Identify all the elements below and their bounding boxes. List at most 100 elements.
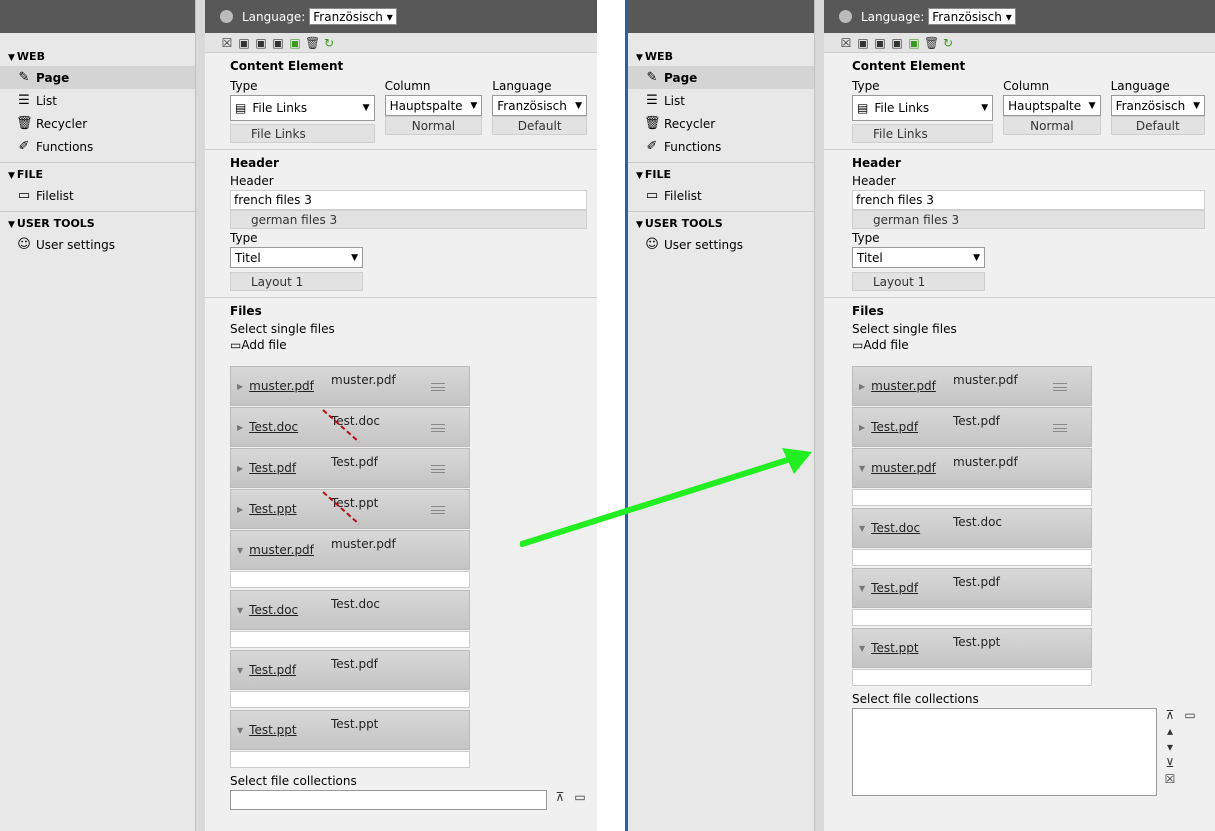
move-up-icon[interactable]: ▴ bbox=[1163, 724, 1177, 738]
file-item[interactable]: ▼ Test.doc Test.doc bbox=[852, 508, 1092, 548]
folder-icon[interactable]: ▭ bbox=[1183, 708, 1197, 722]
add-file-link[interactable]: ▭Add file bbox=[852, 338, 1205, 352]
header-type-select[interactable]: Titel ▼ bbox=[852, 247, 985, 268]
header-section: Header Header french files 3 german file… bbox=[205, 150, 597, 298]
nav-item-recycler[interactable]: 🗑 Recycler bbox=[0, 112, 195, 135]
nav-group-web[interactable]: ▼ WEB bbox=[628, 47, 814, 66]
header-input[interactable]: french files 3 bbox=[852, 190, 1205, 210]
files-section: Files Select single files ▭Add file ▶ mus… bbox=[205, 298, 597, 816]
file-item[interactable]: ▼ Test.ppt Test.ppt bbox=[852, 628, 1092, 668]
header-input[interactable]: french files 3 bbox=[230, 190, 587, 210]
doc-area: Language: Französisch ▾ ☒ ▣ ▣ ▣ ▣ 🗑 ↻ Co… bbox=[205, 0, 597, 831]
save-close-icon[interactable]: ▣ bbox=[890, 36, 904, 50]
content-element-section: Content Element Type ▤ File Links ▼ File L… bbox=[824, 53, 1215, 150]
right-screenshot: ▼ WEB ✎ Page ☰ List 🗑 Recycler ✐ Functions ▼ F… bbox=[625, 0, 1215, 831]
file-item[interactable]: ▶ muster.pdf muster.pdf bbox=[852, 366, 1092, 406]
column-select[interactable]: Hauptspalte ▼ bbox=[384, 95, 483, 116]
nav-item-page[interactable]: ✎ Page bbox=[628, 66, 814, 89]
file-item[interactable]: ▼ Test.doc Test.doc bbox=[230, 590, 470, 630]
undo-icon[interactable]: ↻ bbox=[322, 36, 336, 50]
folder-icon: ▭ bbox=[645, 188, 659, 203]
type-select[interactable]: ▤ File Links ▼ bbox=[852, 95, 994, 121]
language-select[interactable]: Französisch ▾ bbox=[928, 8, 1016, 25]
collections-list[interactable] bbox=[230, 790, 548, 810]
drag-handle-icon bbox=[1053, 383, 1067, 391]
nav-group-web[interactable]: ▼ WEB bbox=[0, 47, 195, 66]
column-select[interactable]: Hauptspalte ▼ bbox=[1003, 95, 1101, 116]
move-up-icon[interactable]: ⊼ bbox=[553, 790, 567, 804]
nav-item-functions[interactable]: ✐ Functions bbox=[0, 135, 195, 158]
header-section: Header Header french files 3 german file… bbox=[824, 150, 1215, 298]
nav-item-list[interactable]: ☰ List bbox=[0, 89, 195, 112]
nav-item-filelist[interactable]: ▭ Filelist bbox=[628, 184, 814, 207]
nav-item-page[interactable]: ✎ Page bbox=[0, 66, 195, 89]
move-down-icon[interactable]: ▾ bbox=[1163, 740, 1177, 754]
drag-handle-icon bbox=[431, 465, 445, 473]
nav-group-user-tools[interactable]: ▼ USER TOOLS bbox=[628, 214, 814, 233]
save-view-icon[interactable]: ▣ bbox=[873, 36, 887, 50]
drag-handle-icon bbox=[1053, 424, 1067, 432]
strike-annotation bbox=[322, 491, 360, 525]
toolbar: ☒ ▣ ▣ ▣ ▣ 🗑 ↻ bbox=[824, 33, 1215, 53]
undo-icon[interactable]: ↻ bbox=[941, 36, 955, 50]
language-field-select[interactable]: Französisch ▼ bbox=[1110, 95, 1206, 116]
drag-handle-icon bbox=[431, 424, 445, 432]
file-item[interactable]: ▼ muster.pdf muster.pdf bbox=[852, 448, 1092, 488]
left-screenshot: ▼ WEB ✎ Page ☰ List 🗑 Recycler ✐ Functions ▼ F… bbox=[0, 0, 597, 831]
page-edit-icon: ✎ bbox=[18, 70, 30, 85]
close-icon[interactable]: ☒ bbox=[220, 36, 234, 50]
nav-item-recycler[interactable]: 🗑 Recycler bbox=[628, 112, 814, 135]
header-type-select[interactable]: Titel ▼ bbox=[230, 247, 363, 268]
list-icon: ☰ bbox=[18, 93, 30, 108]
nav-item-user-settings[interactable]: ☺ User settings bbox=[628, 233, 814, 256]
nav-group-file[interactable]: ▼ FILE bbox=[628, 165, 814, 184]
nav-item-functions[interactable]: ✐ Functions bbox=[628, 135, 814, 158]
folder-icon: ▭ bbox=[230, 338, 242, 352]
save-icon[interactable]: ▣ bbox=[856, 36, 870, 50]
move-top-icon[interactable]: ⊼ bbox=[1163, 708, 1177, 722]
file-item[interactable]: ▶ Test.doc Test.doc bbox=[230, 407, 470, 447]
help-icon bbox=[220, 10, 233, 23]
file-item[interactable]: ▶ muster.pdf muster.pdf bbox=[230, 366, 470, 406]
close-icon[interactable]: ☒ bbox=[839, 36, 853, 50]
file-item[interactable]: ▶ Test.ppt Test.ppt bbox=[230, 489, 470, 529]
nav-item-user-settings[interactable]: ☺ User settings bbox=[0, 233, 195, 256]
save-new-icon[interactable]: ▣ bbox=[288, 36, 302, 50]
list-icon: ☰ bbox=[646, 93, 658, 108]
nav-item-filelist[interactable]: ▭ Filelist bbox=[0, 184, 195, 207]
collections-list[interactable] bbox=[852, 708, 1157, 796]
file-item[interactable]: ▼ Test.ppt Test.ppt bbox=[230, 710, 470, 750]
file-links-icon: ▤ bbox=[857, 101, 869, 115]
delete-icon[interactable]: 🗑 bbox=[924, 36, 939, 50]
trash-icon: 🗑 bbox=[16, 116, 33, 131]
file-item[interactable]: ▼ Test.pdf Test.pdf bbox=[230, 650, 470, 690]
wand-icon: ✐ bbox=[646, 139, 658, 154]
move-bottom-icon[interactable]: ⊻ bbox=[1163, 756, 1177, 770]
nav-item-list[interactable]: ☰ List bbox=[628, 89, 814, 112]
delete-icon[interactable]: 🗑 bbox=[305, 36, 320, 50]
content-element-section: Content Element Type ▤ File Links ▼ File L… bbox=[205, 53, 597, 150]
folder-icon[interactable]: ▭ bbox=[573, 790, 587, 804]
nav-group-file[interactable]: ▼ FILE bbox=[0, 165, 195, 184]
doc-area: Language: Französisch ▾ ☒ ▣ ▣ ▣ ▣ 🗑 ↻ Co… bbox=[824, 0, 1215, 831]
save-close-icon[interactable]: ▣ bbox=[271, 36, 285, 50]
drag-handle-icon bbox=[431, 383, 445, 391]
module-menu: ▼ WEB ✎ Page ☰ List 🗑 Recycler ✐ Functions ▼ F… bbox=[0, 0, 196, 831]
save-view-icon[interactable]: ▣ bbox=[254, 36, 268, 50]
file-item[interactable]: ▶ Test.pdf Test.pdf bbox=[852, 407, 1092, 447]
remove-icon[interactable]: ☒ bbox=[1163, 772, 1177, 786]
type-select[interactable]: ▤ File Links ▼ bbox=[230, 95, 375, 121]
file-item[interactable]: ▼ Test.pdf Test.pdf bbox=[852, 568, 1092, 608]
save-icon[interactable]: ▣ bbox=[237, 36, 251, 50]
strike-annotation bbox=[322, 409, 360, 443]
file-item[interactable]: ▼ muster.pdf muster.pdf bbox=[230, 530, 470, 570]
folder-icon: ▭ bbox=[852, 338, 864, 352]
add-file-link[interactable]: ▭Add file bbox=[230, 338, 587, 352]
file-item[interactable]: ▶ Test.pdf Test.pdf bbox=[230, 448, 470, 488]
nav-group-user-tools[interactable]: ▼ USER TOOLS bbox=[0, 214, 195, 233]
file-links-icon: ▤ bbox=[235, 101, 247, 115]
module-menu: ▼ WEB ✎ Page ☰ List 🗑 Recycler ✐ Functions ▼ F… bbox=[625, 0, 815, 831]
language-field-select[interactable]: Französisch ▼ bbox=[492, 95, 587, 116]
language-select[interactable]: Französisch ▾ bbox=[309, 8, 397, 25]
save-new-icon[interactable]: ▣ bbox=[907, 36, 921, 50]
